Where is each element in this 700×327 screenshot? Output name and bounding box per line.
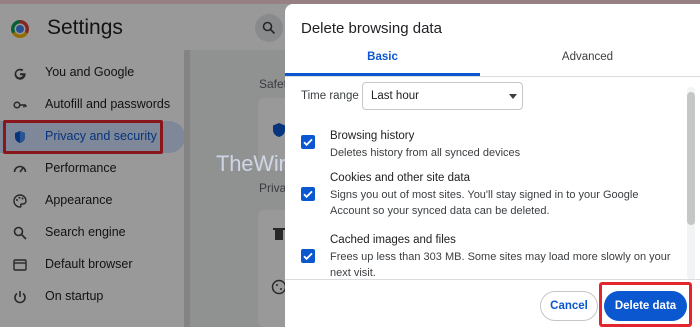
cached-images-checkbox[interactable] [301,249,315,263]
cookies-checkbox[interactable] [301,187,315,201]
option-description: Signs you out of most sites. You'll stay… [330,189,639,217]
dialog-footer-divider [285,279,700,280]
dialog-title: Delete browsing data [301,20,442,37]
option-title: Cached images and files [330,234,456,246]
checkmark-icon [303,138,313,147]
dialog-scrollbar-thumb[interactable] [687,92,695,225]
checkmark-icon [303,190,313,199]
time-range-value: Last hour [371,90,419,102]
browsing-history-checkbox[interactable] [301,135,315,149]
tab-basic[interactable]: Basic [285,46,480,76]
checkmark-icon [303,252,313,261]
time-range-select[interactable]: Last hour [362,82,523,110]
tab-indicator [285,73,480,76]
option-description: Deletes history from all synced devices [330,147,521,159]
dialog-tabs: Basic Advanced [285,46,700,77]
dropdown-caret-icon [509,94,517,99]
option-title: Browsing history [330,130,415,142]
time-range-label: Time range [301,90,359,102]
tab-advanced[interactable]: Advanced [480,46,695,76]
delete-highlight-box [599,282,692,327]
option-title: Cookies and other site data [330,172,471,184]
delete-browsing-data-dialog: Delete browsing data Basic Advanced Time… [285,4,700,327]
cancel-button[interactable]: Cancel [540,291,598,321]
option-description: Frees up less than 303 MB. Some sites ma… [330,251,671,279]
